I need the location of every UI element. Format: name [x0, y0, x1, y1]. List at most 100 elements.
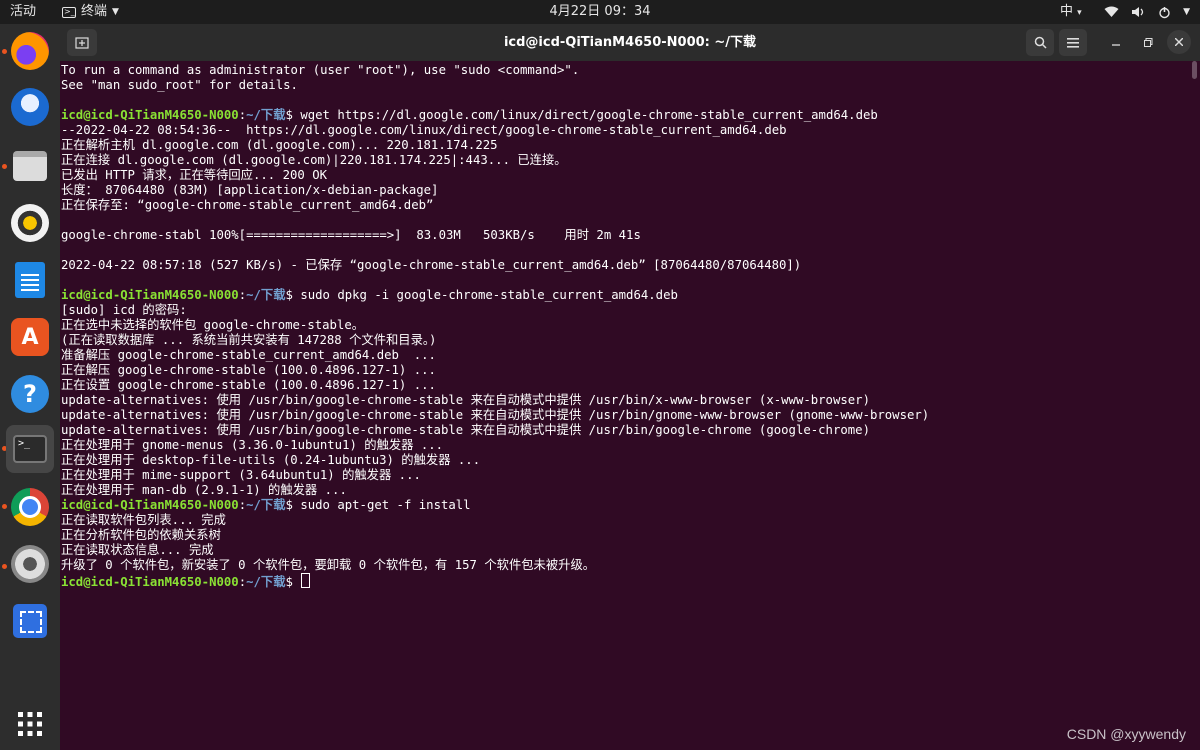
chevron-down-icon: ▾ [1077, 8, 1082, 18]
new-tab-icon [75, 36, 89, 49]
minimize-icon [1112, 43, 1120, 46]
output-line: 已发出 HTTP 请求，正在等待回应... 200 OK [61, 168, 328, 182]
output-line: 正在分析软件包的依赖关系树 [61, 528, 221, 542]
hamburger-menu-icon [1067, 37, 1079, 48]
output-line: 正在解压 google-chrome-stable (100.0.4896.12… [61, 363, 436, 377]
dock-help[interactable]: ? [6, 370, 54, 418]
prompt-line: icd@icd-QiTianM4650-N000:~/下载$ sudo dpkg… [61, 288, 678, 302]
prompt-line: icd@icd-QiTianM4650-N000:~/下载$ sudo apt-… [61, 498, 471, 512]
app-menu[interactable]: >_ 终端 ▼ [62, 0, 119, 24]
rhythmbox-icon [11, 204, 49, 242]
power-icon [1159, 6, 1170, 18]
output-line: 正在处理用于 desktop-file-utils (0.24-1ubuntu3… [61, 453, 481, 467]
dock-writer[interactable] [6, 256, 54, 304]
search-icon [1034, 36, 1047, 49]
search-button[interactable] [1026, 29, 1054, 56]
volume-icon [1132, 7, 1144, 17]
input-method-label: 中 [1060, 4, 1074, 19]
scrollbar-thumb[interactable] [1192, 61, 1197, 79]
terminal-icon: >_ [13, 435, 47, 463]
clock[interactable]: 4月22日 09：34 [549, 4, 650, 19]
show-apps-button[interactable] [6, 700, 54, 748]
output-line: update-alternatives: 使用 /usr/bin/google-… [61, 423, 870, 437]
window-titlebar[interactable]: icd@icd-QiTianM4650-N000: ~/下载 [60, 24, 1200, 61]
output-line: update-alternatives: 使用 /usr/bin/google-… [61, 408, 930, 422]
dock-chrome[interactable] [6, 483, 54, 531]
restore-icon [1143, 38, 1152, 47]
dock-screenshot[interactable] [6, 597, 54, 645]
menu-button[interactable] [1059, 29, 1087, 56]
command-text: sudo apt-get -f install [300, 498, 471, 512]
output-line: 正在处理用于 mime-support (3.64ubuntu1) 的触发器 .… [61, 468, 421, 482]
dock-files[interactable] [6, 142, 54, 190]
terminal-scrollbar[interactable] [1188, 61, 1200, 750]
close-button[interactable] [1167, 30, 1191, 54]
output-line: To run a command as administrator (user … [61, 63, 580, 77]
output-line: 正在选中未选择的软件包 google-chrome-stable。 [61, 318, 365, 332]
command-text: wget https://dl.google.com/linux/direct/… [300, 108, 878, 122]
screenshot-icon [13, 604, 47, 638]
prompt-line: icd@icd-QiTianM4650-N000:~/下载$ [61, 573, 1188, 589]
software-icon: A [11, 318, 49, 356]
output-line: 正在读取软件包列表... 完成 [61, 513, 226, 527]
output-line: (正在读取数据库 ... 系统当前共安装有 147288 个文件和目录。) [61, 333, 437, 347]
help-icon: ? [11, 375, 49, 413]
prompt-path: ~/下载 [246, 575, 286, 589]
output-line: [sudo] icd 的密码: [61, 303, 187, 317]
text-cursor [301, 573, 311, 588]
terminal-output: To run a command as administrator (user … [61, 63, 1188, 589]
output-line: 正在连接 dl.google.com (dl.google.com)|220.1… [61, 153, 567, 167]
files-icon [13, 151, 47, 181]
thunderbird-icon [11, 88, 49, 126]
output-line: 正在解析主机 dl.google.com (dl.google.com)... … [61, 138, 498, 152]
dock-firefox[interactable] [6, 27, 54, 75]
output-line: 准备解压 google-chrome-stable_current_amd64.… [61, 348, 436, 362]
prompt-user: icd@icd-QiTianM4650-N000 [61, 288, 239, 302]
prompt-path: ~/下载 [246, 288, 286, 302]
close-icon [1175, 38, 1183, 46]
new-tab-button[interactable] [67, 29, 97, 56]
output-line: 正在读取状态信息... 完成 [61, 543, 214, 557]
output-line: 正在保存至: “google-chrome-stable_current_amd… [61, 198, 434, 212]
top-bar: 活动 >_ 终端 ▼ 4月22日 09：34 中 ▾ ▼ [0, 0, 1200, 24]
dock-software[interactable]: A [6, 313, 54, 361]
output-line: --2022-04-22 08:54:36-- https://dl.googl… [61, 123, 787, 137]
output-line: 正在处理用于 man-db (2.9.1-1) 的触发器 ... [61, 483, 347, 497]
chevron-down-icon: ▼ [112, 7, 119, 17]
output-line: 正在处理用于 gnome-menus (3.36.0-1ubuntu1) 的触发… [61, 438, 444, 452]
prompt-user: icd@icd-QiTianM4650-N000 [61, 575, 239, 589]
dock-settings[interactable] [6, 540, 54, 588]
output-line: 长度： 87064480 (83M) [application/x-debian… [61, 183, 439, 197]
firefox-icon [11, 32, 49, 70]
clock-container: 4月22日 09：34 [0, 0, 1200, 24]
watermark: CSDN @xyywendy [1066, 726, 1186, 742]
terminal-small-icon: >_ [62, 6, 76, 18]
prompt-path: ~/下载 [246, 108, 286, 122]
output-line: 升级了 0 个软件包，新安装了 0 个软件包，要卸载 0 个软件包，有 157 … [61, 558, 596, 572]
minimize-button[interactable] [1106, 29, 1126, 56]
activities-button[interactable]: 活动 [10, 0, 36, 24]
prompt-user: icd@icd-QiTianM4650-N000 [61, 108, 239, 122]
app-menu-label: 终端 [81, 4, 108, 19]
input-method-indicator[interactable]: 中 ▾ [1060, 0, 1082, 24]
chrome-icon [11, 488, 49, 526]
prompt-path: ~/下载 [246, 498, 286, 512]
system-status-area[interactable]: ▼ [1104, 0, 1190, 24]
maximize-button[interactable] [1138, 29, 1158, 56]
apps-grid-icon [18, 712, 42, 736]
output-line: 正在设置 google-chrome-stable (100.0.4896.12… [61, 378, 436, 392]
settings-icon [11, 545, 49, 583]
output-line: See "man sudo_root" for details. [61, 78, 298, 92]
dock-rhythmbox[interactable] [6, 199, 54, 247]
dock-thunderbird[interactable] [6, 83, 54, 131]
terminal-area[interactable]: To run a command as administrator (user … [60, 61, 1188, 750]
wifi-icon [1104, 6, 1119, 17]
dock-terminal[interactable]: >_ [6, 425, 54, 473]
command-text: sudo dpkg -i google-chrome-stable_curren… [300, 288, 678, 302]
prompt-user: icd@icd-QiTianM4650-N000 [61, 498, 239, 512]
output-line: google-chrome-stabl 100%[===============… [61, 228, 641, 242]
